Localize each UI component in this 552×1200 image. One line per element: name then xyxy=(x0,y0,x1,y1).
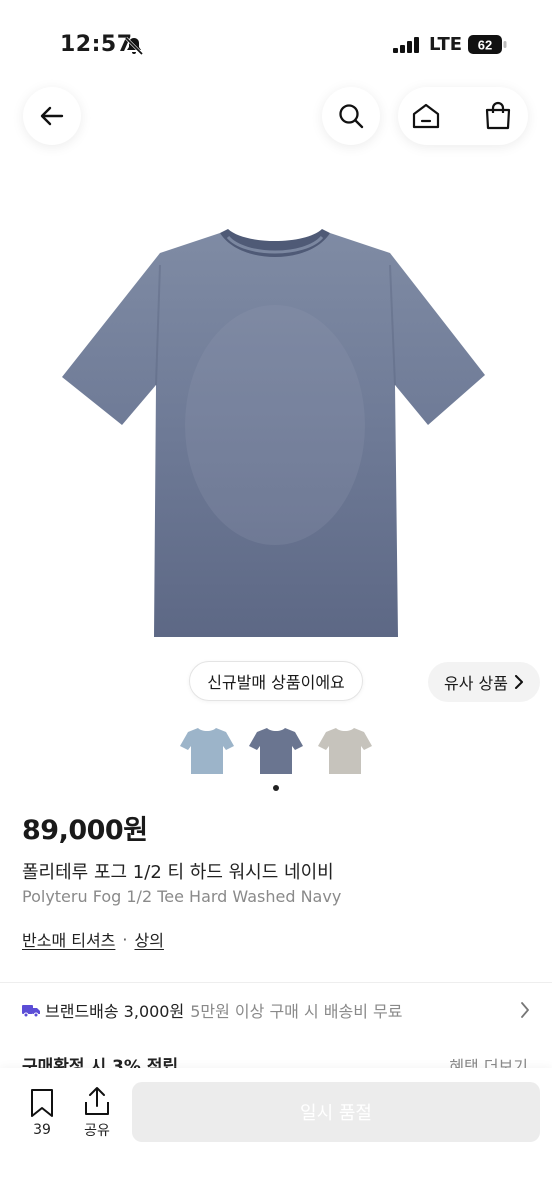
network-label: LTE xyxy=(429,34,463,55)
chevron-right-icon xyxy=(521,1002,529,1018)
bell-off-icon xyxy=(124,36,144,56)
share-button[interactable]: 공유 xyxy=(78,1086,116,1144)
search-icon xyxy=(339,104,364,129)
battery-level: 62 xyxy=(478,38,492,53)
thumbnail-navy[interactable] xyxy=(249,722,303,776)
truck-icon xyxy=(22,1005,40,1017)
product-image[interactable] xyxy=(60,225,490,645)
bookmark-count: 39 xyxy=(33,1122,51,1138)
category-breadcrumb: 반소매 티셔츠 · 상의 xyxy=(22,927,164,951)
bookmark-icon xyxy=(31,1089,53,1117)
share-label: 공유 xyxy=(84,1123,110,1139)
share-icon xyxy=(85,1087,109,1115)
thumbnail-gray[interactable] xyxy=(318,722,372,776)
search-button[interactable] xyxy=(322,87,380,145)
home-icon[interactable] xyxy=(411,101,441,131)
bookmark-button[interactable]: 39 xyxy=(24,1088,60,1144)
shipping-note: 5만원 이상 구매 시 배송비 무료 xyxy=(190,1002,403,1021)
product-price: 89,000원 xyxy=(22,815,148,846)
arrow-left-icon xyxy=(40,106,64,126)
back-button[interactable] xyxy=(23,87,81,145)
shopping-bag-icon[interactable] xyxy=(483,101,513,131)
battery-icon: 62 xyxy=(468,35,507,54)
new-release-badge: 신규발매 상품이에요 xyxy=(189,661,363,701)
category-separator: · xyxy=(122,929,128,949)
similar-label: 유사 상품 xyxy=(444,674,508,693)
similar-products-button[interactable]: 유사 상품 xyxy=(428,662,540,702)
section-divider xyxy=(0,982,552,983)
category-link-tops[interactable]: 상의 xyxy=(135,927,164,951)
product-name-en: Polyteru Fog 1/2 Tee Hard Washed Navy xyxy=(22,887,342,906)
product-name-ko: 폴리테루 포그 1/2 티 하드 워시드 네이비 xyxy=(22,862,334,883)
home-cart-group xyxy=(398,87,528,145)
signal-icon xyxy=(393,37,419,53)
status-time: 12:57 xyxy=(60,32,133,57)
status-bar: 12:57 LTE 62 xyxy=(0,0,552,90)
bottom-action-bar: 39 공유 일시 품절 xyxy=(0,1068,552,1200)
soldout-button[interactable]: 일시 품절 xyxy=(132,1082,540,1142)
carousel-indicator xyxy=(273,785,279,791)
shipping-label: 브랜드배송 3,000원 xyxy=(45,1002,185,1021)
shipping-info-row[interactable]: 브랜드배송 3,000원 5만원 이상 구매 시 배송비 무료 xyxy=(22,997,534,1023)
chevron-right-icon xyxy=(514,675,523,689)
category-link-tshirts[interactable]: 반소매 티셔츠 xyxy=(22,927,115,951)
thumbnail-light-blue[interactable] xyxy=(180,722,234,776)
